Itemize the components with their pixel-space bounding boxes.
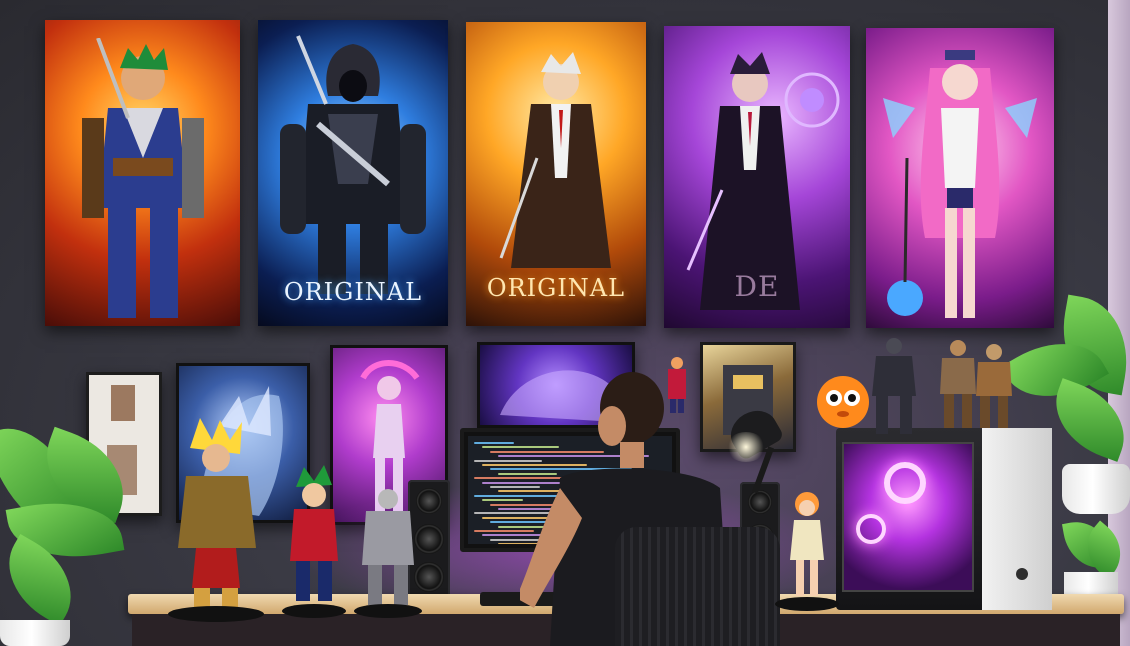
swordsman-figure bbox=[499, 52, 611, 268]
figurine-orange-mascot bbox=[817, 376, 869, 428]
poster-trenchcoat-swordsman: ORIGINAL bbox=[466, 22, 646, 326]
pc-front-panel bbox=[982, 428, 1052, 610]
figurine-golden-warrior bbox=[168, 418, 264, 622]
figurine-copper-warrior bbox=[976, 344, 1012, 428]
figurine-dark-robot bbox=[872, 338, 916, 434]
sorceress-figure bbox=[883, 50, 1037, 318]
rgb-fan bbox=[856, 514, 886, 544]
office-chair bbox=[615, 527, 780, 646]
poster-armored-hero bbox=[45, 20, 240, 326]
figurine-orange-hair-girl bbox=[775, 492, 839, 611]
rgb-fan bbox=[884, 462, 926, 504]
plant-pot bbox=[1062, 464, 1130, 514]
armored-hero-figure bbox=[81, 38, 204, 318]
pc-glass-window bbox=[842, 442, 974, 592]
power-button bbox=[1016, 568, 1028, 580]
figurine-wall-shelf bbox=[668, 357, 686, 413]
poster-pink-sorceress bbox=[866, 28, 1054, 328]
code-line bbox=[482, 499, 523, 502]
gaming-pc bbox=[836, 428, 1052, 610]
poster-dark-mage: DE bbox=[664, 26, 850, 328]
figurine-green-hair-hero bbox=[282, 465, 346, 618]
figurine-silver-knight bbox=[354, 489, 422, 618]
plant-pot bbox=[0, 620, 70, 646]
poster-hooded-warrior: ORIGINAL bbox=[258, 20, 448, 326]
poster-title-original-2: ORIGINAL bbox=[486, 274, 626, 302]
poster-title-original: ORIGINAL bbox=[283, 278, 423, 306]
hooded-warrior-figure bbox=[280, 35, 426, 294]
poster-title-de: DE bbox=[734, 270, 780, 303]
gaming-room-scene: ORIGINAL ORIGINAL DE bbox=[0, 0, 1130, 646]
code-line bbox=[474, 442, 514, 444]
